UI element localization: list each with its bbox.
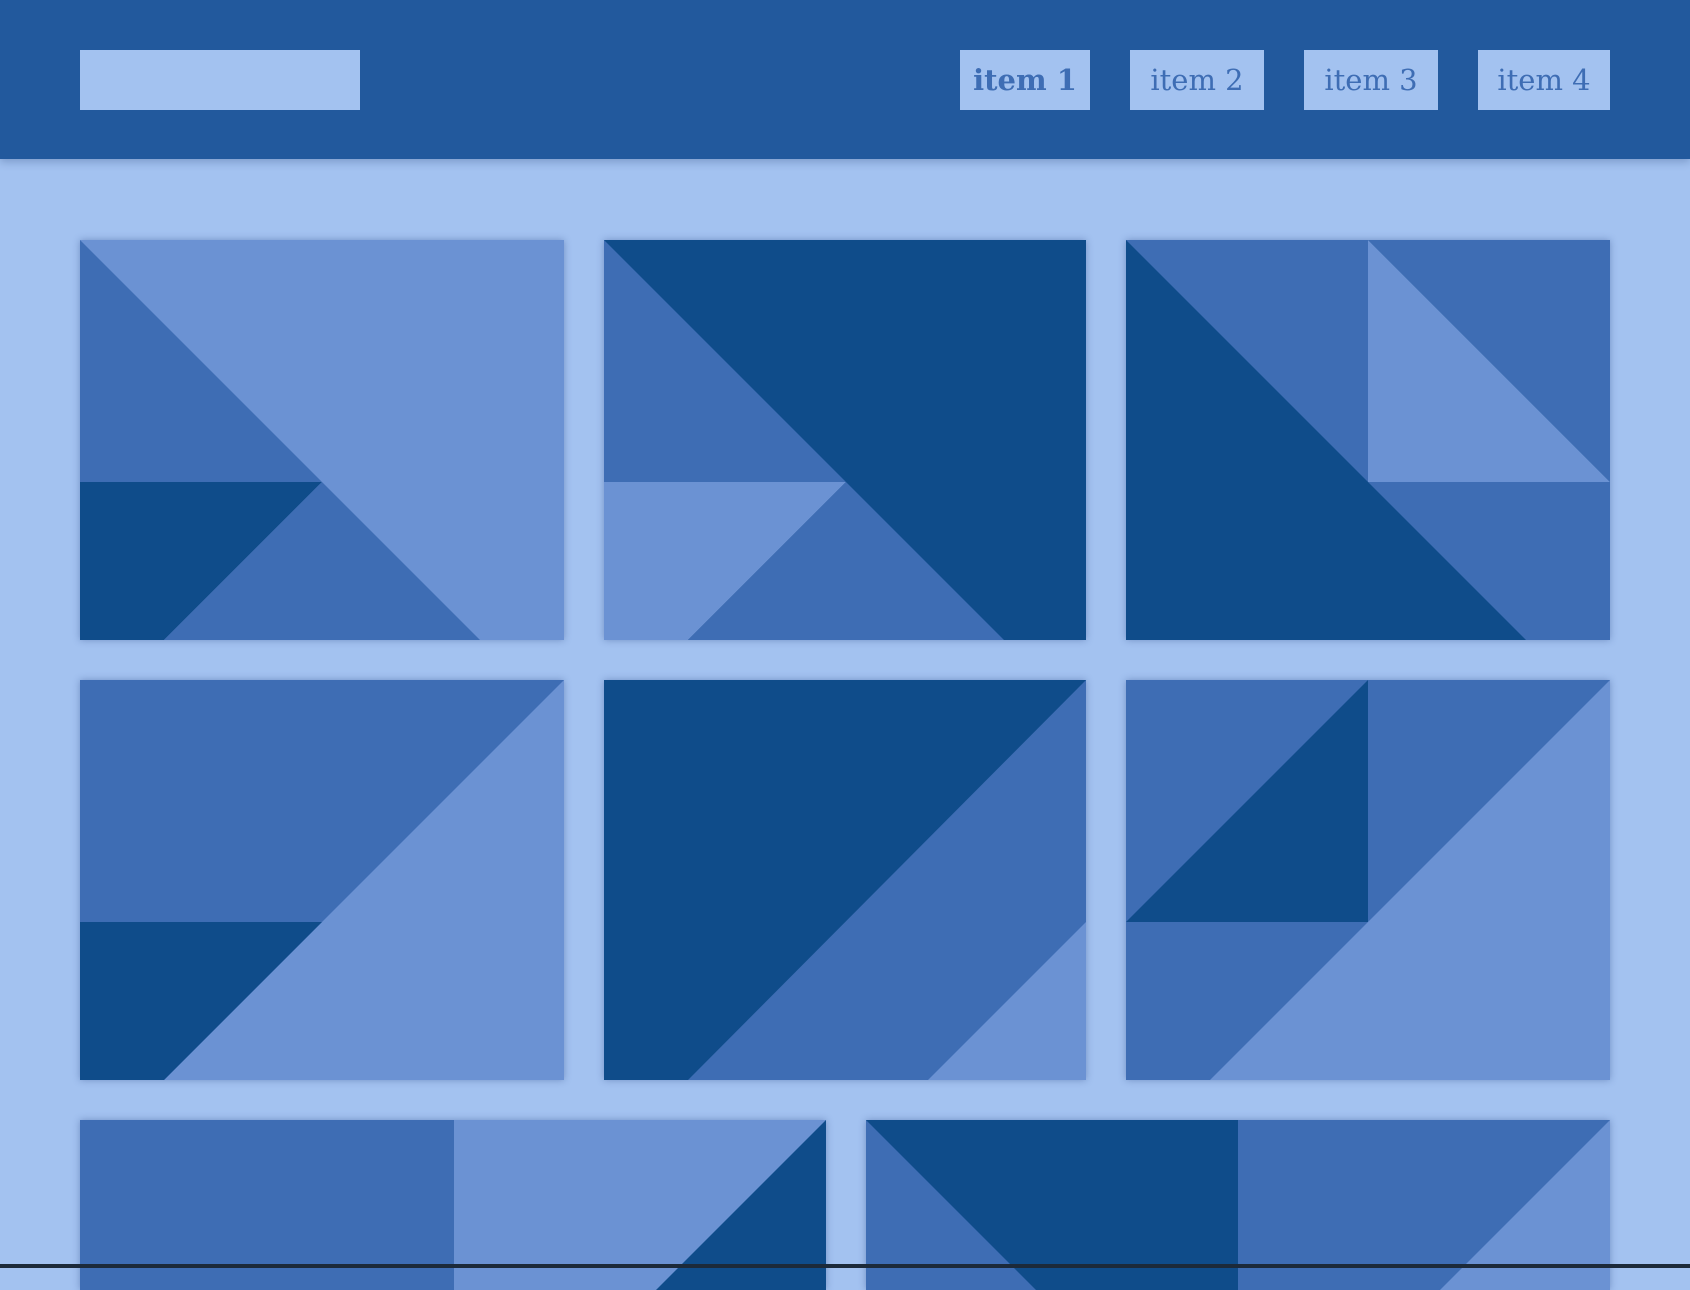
gallery-tile-3[interactable]: [1126, 240, 1610, 640]
window-bottom-edge: [0, 1264, 1690, 1268]
gallery-tile-2[interactable]: [604, 240, 1086, 640]
nav-item-3[interactable]: item 3: [1304, 50, 1438, 110]
gallery-tile-4[interactable]: [80, 680, 564, 1080]
nav-item-4[interactable]: item 4: [1478, 50, 1610, 110]
nav-item-2[interactable]: item 2: [1130, 50, 1264, 110]
gallery-tile-5[interactable]: [604, 680, 1086, 1080]
logo-placeholder[interactable]: [80, 50, 360, 110]
nav-item-1[interactable]: item 1: [960, 50, 1090, 110]
site-header: item 1 item 2 item 3 item 4: [0, 0, 1690, 159]
gallery-tile-6[interactable]: [1126, 680, 1610, 1080]
gallery-tile-1[interactable]: [80, 240, 564, 640]
